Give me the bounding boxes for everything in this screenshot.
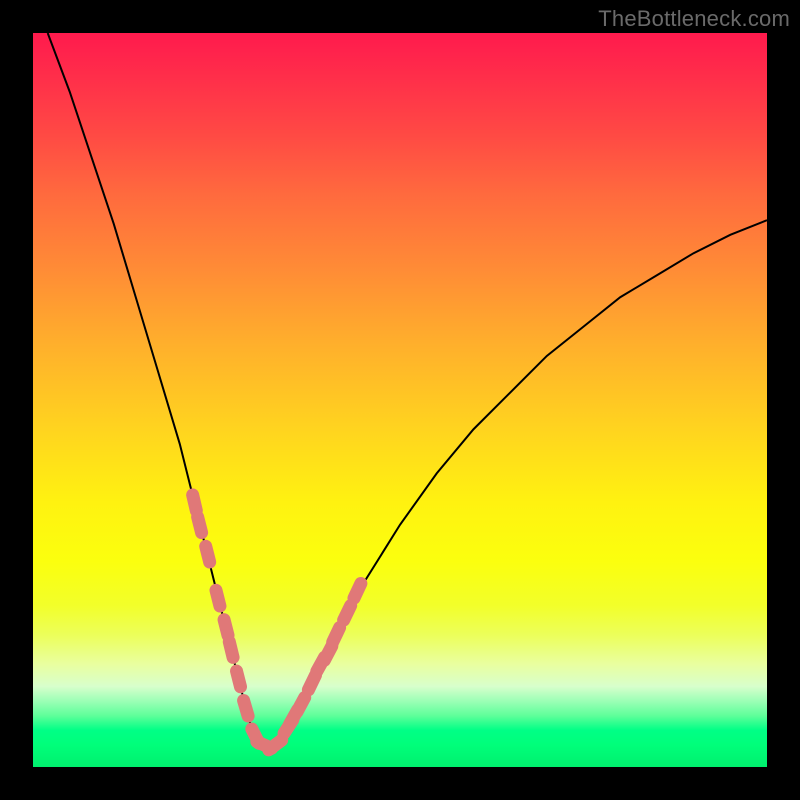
plot-area <box>33 33 767 767</box>
attribution-text: TheBottleneck.com <box>598 6 790 32</box>
dot-markers-group <box>193 495 361 750</box>
bottleneck-curve-path <box>48 33 767 749</box>
chart-svg <box>33 33 767 767</box>
chart-frame: TheBottleneck.com <box>0 0 800 800</box>
